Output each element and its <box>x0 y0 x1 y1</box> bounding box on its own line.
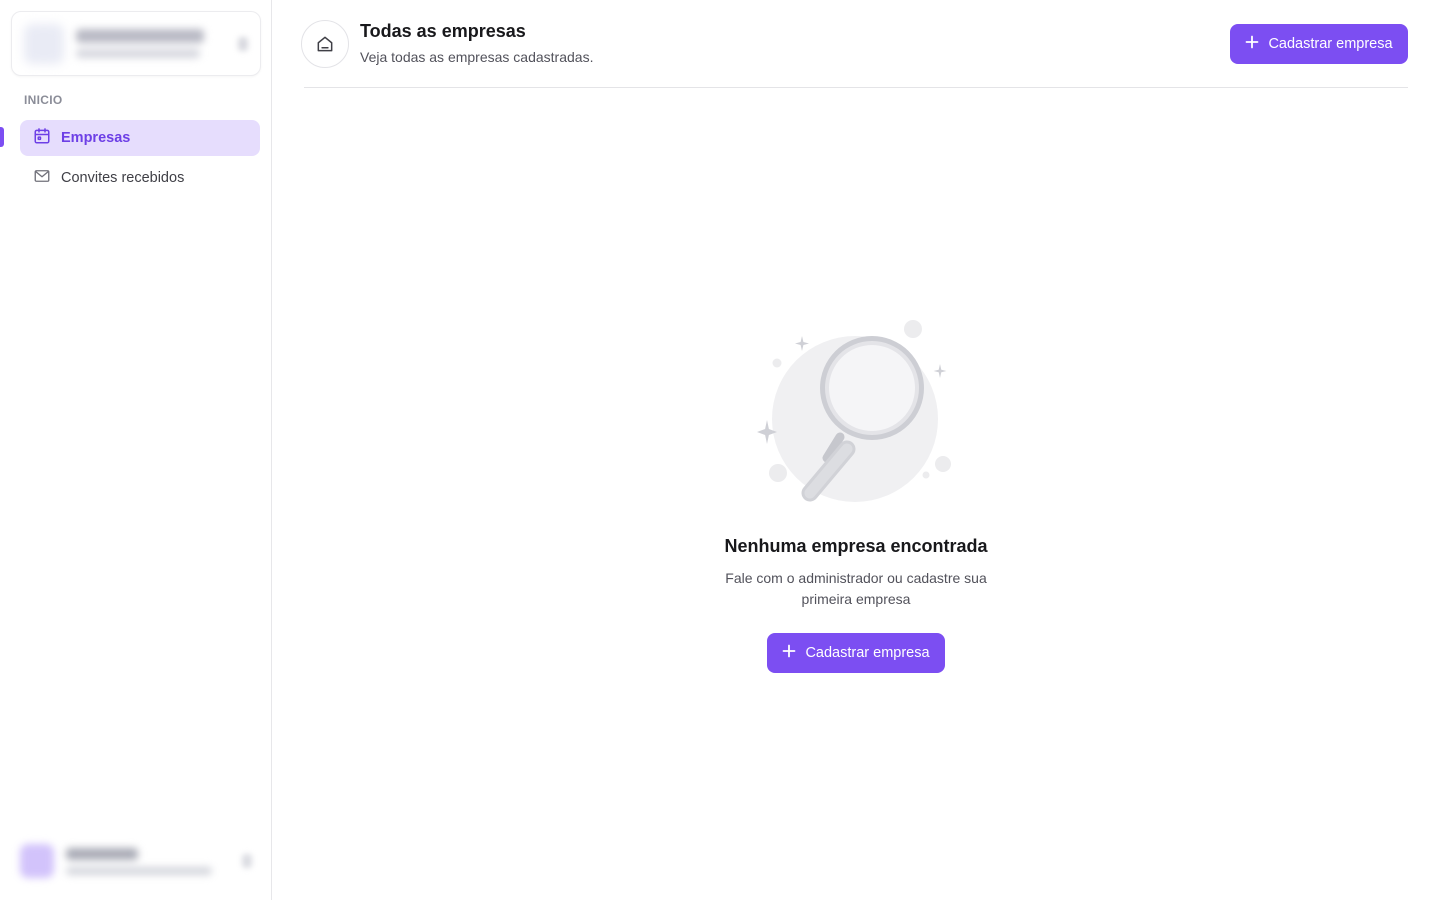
organization-name-redacted <box>76 29 204 43</box>
sidebar-item-convites-recebidos[interactable]: Convites recebidos <box>20 160 260 196</box>
active-nav-indicator <box>0 127 4 147</box>
sidebar-item-label: Empresas <box>61 130 131 146</box>
user-details <box>66 847 212 875</box>
chevron-updown-icon <box>242 854 252 868</box>
page-title: Todas as empresas <box>360 21 526 41</box>
magnifying-glass-icon <box>748 312 964 512</box>
organization-switcher[interactable] <box>11 11 261 76</box>
sidebar: INICIO Empresas Convites recebidos <box>0 0 272 900</box>
app-root: INICIO Empresas Convites recebidos Todas… <box>0 0 1440 900</box>
add-company-button[interactable]: Cadastrar empresa <box>1230 24 1408 64</box>
chevron-updown-icon <box>238 36 248 51</box>
organization-details <box>76 29 204 58</box>
empty-state-title: Nenhuma empresa encontrada <box>724 536 988 556</box>
add-company-button-label: Cadastrar empresa <box>805 645 930 661</box>
sidebar-item-label: Convites recebidos <box>61 170 185 186</box>
sidebar-section-label: INICIO <box>24 93 63 107</box>
user-profile-menu[interactable] <box>14 834 258 888</box>
sidebar-item-empresas[interactable]: Empresas <box>20 120 260 156</box>
user-name-redacted <box>66 847 138 860</box>
plus-icon <box>1245 35 1259 53</box>
home-icon <box>301 20 349 68</box>
mail-icon <box>33 167 51 189</box>
user-email-redacted <box>66 866 212 875</box>
add-company-button[interactable]: Cadastrar empresa <box>767 633 945 673</box>
plus-icon <box>782 644 796 662</box>
add-company-button-label: Cadastrar empresa <box>1268 36 1393 52</box>
header-divider <box>304 87 1408 88</box>
organization-logo <box>24 23 64 64</box>
empty-state-description: Fale com o administrador ou cadastre sua… <box>725 570 987 607</box>
avatar <box>20 844 54 878</box>
calendar-icon <box>33 127 51 149</box>
organization-subtitle-redacted <box>76 49 200 58</box>
page-subtitle: Veja todas as empresas cadastradas. <box>360 49 594 65</box>
